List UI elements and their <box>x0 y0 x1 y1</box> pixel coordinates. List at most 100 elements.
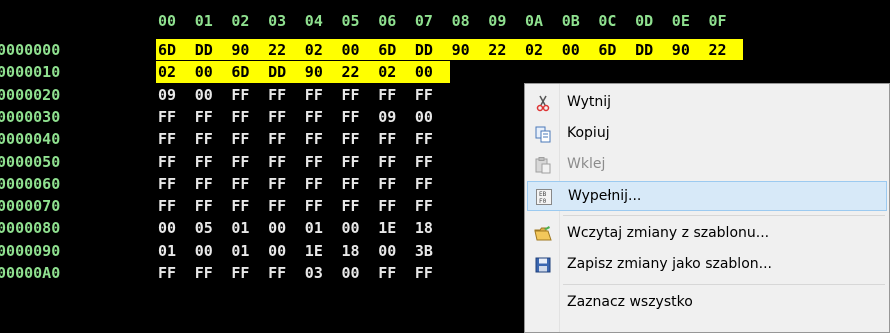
hex-byte-cell[interactable]: 6D <box>598 39 616 61</box>
hex-byte-cell[interactable]: 01 <box>305 217 323 239</box>
hex-byte-cell[interactable]: FF <box>342 128 360 150</box>
hex-byte-cell[interactable]: 01 <box>158 240 176 262</box>
hex-byte-cell[interactable]: 1B <box>672 61 690 83</box>
hex-byte-cell[interactable]: 00 <box>342 39 360 61</box>
hex-byte-cell[interactable]: FF <box>195 106 213 128</box>
hex-byte-cell[interactable]: 90 <box>672 39 690 61</box>
hex-byte-cell[interactable]: 90 <box>452 39 470 61</box>
hex-byte-cell[interactable]: 00 <box>268 217 286 239</box>
hex-byte-cell[interactable]: FF <box>415 195 433 217</box>
hex-byte-cell[interactable]: FF <box>378 128 396 150</box>
hex-byte-cell[interactable]: 02 <box>305 39 323 61</box>
hex-byte-cell[interactable]: FF <box>342 106 360 128</box>
hex-byte-cell[interactable]: FF <box>231 173 249 195</box>
hex-byte-cell[interactable]: FF <box>231 128 249 150</box>
hex-byte-cell[interactable]: 00 <box>195 84 213 106</box>
hex-byte-cell[interactable]: FF <box>305 151 323 173</box>
hex-byte-cell[interactable]: 3B <box>415 240 433 262</box>
hex-byte-cell[interactable]: 09 <box>158 84 176 106</box>
hex-byte-cell[interactable]: FF <box>305 173 323 195</box>
hex-byte-cell[interactable]: EE <box>635 61 653 83</box>
hex-byte-cell[interactable]: 54 <box>452 61 470 83</box>
hex-byte-cell[interactable]: FF <box>378 262 396 284</box>
hex-byte-cell[interactable]: 6D <box>231 61 249 83</box>
hex-byte-cell[interactable]: DD <box>195 39 213 61</box>
hex-byte-cell[interactable]: FF <box>158 195 176 217</box>
hex-byte-cell[interactable]: 90 <box>231 39 249 61</box>
hex-byte-cell[interactable]: FF <box>195 195 213 217</box>
hex-byte-cell[interactable]: FF <box>305 195 323 217</box>
hex-byte-cell[interactable]: FF <box>378 195 396 217</box>
hex-byte-cell[interactable]: FF <box>158 262 176 284</box>
hex-byte-cell[interactable]: FF <box>268 84 286 106</box>
hex-byte-cell[interactable]: 1E <box>305 240 323 262</box>
hex-byte-cell[interactable]: 00 <box>195 61 213 83</box>
menu-item-wczytaj-zmiany-z-szablonu[interactable]: Wczytaj zmiany z szablonu... <box>527 219 887 249</box>
menu-item-wytnij[interactable]: Wytnij <box>527 88 887 118</box>
hex-byte-cell[interactable]: 22 <box>488 39 506 61</box>
hex-byte-cell[interactable]: 00 <box>415 106 433 128</box>
hex-byte-cell[interactable]: FF <box>195 128 213 150</box>
hex-byte-cell[interactable]: 22 <box>709 39 727 61</box>
hex-byte-cell[interactable]: FF <box>158 106 176 128</box>
hex-byte-cell[interactable]: DD <box>415 39 433 61</box>
menu-item-kopiuj[interactable]: Kopiuj <box>527 119 887 149</box>
hex-byte-cell[interactable]: FF <box>415 262 433 284</box>
hex-byte-cell[interactable]: FF <box>305 128 323 150</box>
hex-byte-cell[interactable]: 00 <box>158 217 176 239</box>
hex-byte-cell[interactable]: 00 <box>562 39 580 61</box>
hex-byte-cell[interactable]: 18 <box>415 217 433 239</box>
hex-byte-cell[interactable]: 6D <box>378 39 396 61</box>
hex-byte-cell[interactable]: 01 <box>709 61 727 83</box>
hex-byte-cell[interactable]: 00 <box>415 61 433 83</box>
hex-byte-cell[interactable]: FF <box>268 128 286 150</box>
hex-byte-cell[interactable]: FF <box>158 151 176 173</box>
hex-byte-cell[interactable]: FF <box>342 195 360 217</box>
hex-byte-cell[interactable]: FF <box>378 84 396 106</box>
hex-byte-cell[interactable]: 01 <box>231 240 249 262</box>
hex-byte-cell[interactable]: FF <box>305 84 323 106</box>
hex-byte-cell[interactable]: FF <box>158 173 176 195</box>
hex-byte-cell[interactable]: FF <box>268 106 286 128</box>
hex-byte-cell[interactable]: 00 <box>342 262 360 284</box>
hex-byte-cell[interactable]: DD <box>268 61 286 83</box>
hex-byte-cell[interactable]: 09 <box>378 106 396 128</box>
hex-byte-cell[interactable]: FF <box>158 128 176 150</box>
hex-byte-cell[interactable]: FF <box>231 106 249 128</box>
hex-byte-cell[interactable]: FF <box>231 151 249 173</box>
hex-byte-cell[interactable]: 05 <box>195 217 213 239</box>
hex-byte-cell[interactable]: FF <box>231 262 249 284</box>
hex-byte-cell[interactable]: 03 <box>305 262 323 284</box>
hex-byte-cell[interactable]: FF <box>378 173 396 195</box>
hex-byte-cell[interactable]: 1B <box>525 61 543 83</box>
hex-byte-cell[interactable]: 01 <box>231 217 249 239</box>
hex-byte-cell[interactable]: FF <box>378 151 396 173</box>
hex-byte-cell[interactable]: DD <box>635 39 653 61</box>
hex-byte-cell[interactable]: FF <box>415 151 433 173</box>
hex-byte-cell[interactable]: 22 <box>268 39 286 61</box>
hex-byte-cell[interactable]: FF <box>268 262 286 284</box>
hex-byte-cell[interactable]: 6D <box>158 39 176 61</box>
hex-byte-cell[interactable]: FF <box>268 195 286 217</box>
hex-byte-cell[interactable]: FF <box>342 173 360 195</box>
hex-byte-cell[interactable]: 00 <box>195 240 213 262</box>
hex-byte-cell[interactable]: FF <box>231 84 249 106</box>
menu-item-wypelnij[interactable]: EB F0 Wypełnij... <box>527 181 887 211</box>
hex-byte-cell[interactable]: FF <box>195 262 213 284</box>
hex-byte-cell[interactable]: 22 <box>342 61 360 83</box>
hex-byte-cell[interactable]: 00 <box>342 217 360 239</box>
hex-byte-cell[interactable]: 90 <box>305 61 323 83</box>
hex-byte-cell[interactable]: FF <box>195 173 213 195</box>
hex-byte-cell[interactable]: FF <box>342 84 360 106</box>
hex-byte-cell[interactable]: FF <box>231 195 249 217</box>
hex-byte-cell[interactable]: 1E <box>378 217 396 239</box>
hex-byte-cell[interactable]: FF <box>268 173 286 195</box>
hex-byte-cell[interactable]: 00 <box>378 240 396 262</box>
hex-byte-cell[interactable]: 18 <box>342 240 360 262</box>
hex-byte-cell[interactable]: 00 <box>268 240 286 262</box>
hex-byte-cell[interactable]: FF <box>415 84 433 106</box>
hex-byte-cell[interactable]: FF <box>342 151 360 173</box>
hex-byte-cell[interactable]: EE <box>488 61 506 83</box>
menu-item-zapisz-zmiany-jako-szablon[interactable]: Zapisz zmiany jako szablon... <box>527 250 887 280</box>
hex-byte-cell[interactable]: 02 <box>378 61 396 83</box>
